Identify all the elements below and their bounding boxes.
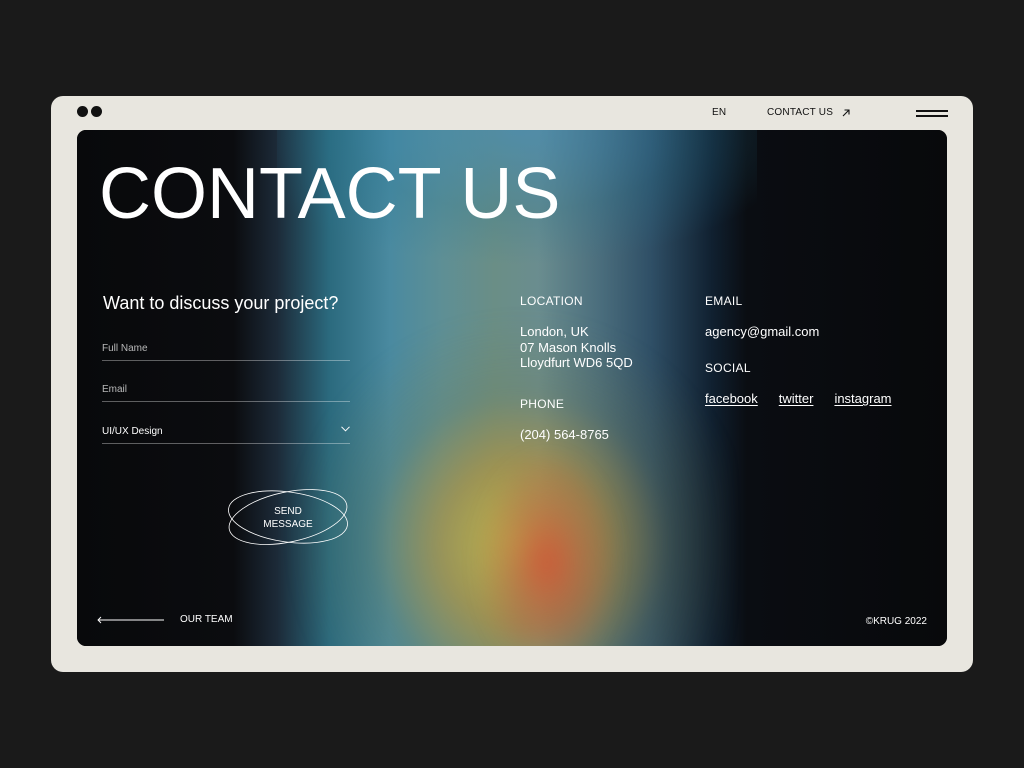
email-address[interactable]: agency@gmail.com (705, 324, 819, 340)
send-message-label: SEND MESSAGE (227, 505, 349, 531)
full-name-placeholder: Full Name (102, 343, 148, 354)
phone-number[interactable]: (204) 564-8765 (520, 427, 609, 443)
our-team-label: OUR TEAM (180, 614, 233, 625)
email-field[interactable]: Email (102, 376, 350, 402)
send-label-line2: MESSAGE (263, 519, 313, 530)
social-link-facebook[interactable]: facebook (705, 391, 758, 406)
location-heading: LOCATION (520, 294, 583, 308)
contact-us-link[interactable]: CONTACT US (767, 107, 851, 118)
top-navigation: EN CONTACT US (51, 106, 973, 120)
hamburger-menu-icon[interactable] (916, 108, 948, 118)
phone-block: PHONE (204) 564-8765 (520, 397, 609, 443)
arrow-up-right-icon (842, 108, 850, 116)
browser-frame: EN CONTACT US CONTACT US Want to discuss… (51, 96, 973, 672)
email-placeholder: Email (102, 384, 128, 395)
send-label-line1: SEND (274, 506, 302, 517)
location-address: London, UK 07 Mason Knolls Lloydfurt WD6… (520, 324, 633, 371)
our-team-link[interactable]: OUR TEAM (97, 614, 233, 625)
contact-us-label: CONTACT US (767, 107, 834, 118)
social-link-instagram[interactable]: instagram (834, 391, 891, 406)
form-heading: Want to discuss your project? (103, 293, 339, 313)
address-line: 07 Mason Knolls (520, 339, 617, 355)
hero-panel: CONTACT US Want to discuss your project?… (77, 130, 947, 646)
page-title: CONTACT US (99, 154, 561, 234)
address-line: London, UK (520, 324, 589, 339)
social-heading: SOCIAL (705, 361, 751, 375)
phone-heading: PHONE (520, 397, 565, 411)
service-select[interactable]: UI/UX Design (102, 418, 350, 444)
language-switcher[interactable]: EN (712, 107, 726, 118)
address-line: Lloydfurt WD6 5QD (520, 355, 633, 370)
send-message-button[interactable]: SEND MESSAGE (227, 482, 349, 552)
social-link-twitter[interactable]: twitter (779, 391, 814, 406)
social-block: SOCIAL facebook twitter instagram (705, 361, 892, 406)
chevron-down-icon (341, 426, 350, 432)
full-name-field[interactable]: Full Name (102, 335, 350, 361)
spectrum-glow-red (477, 430, 617, 646)
social-links: facebook twitter instagram (705, 391, 892, 406)
service-selected-value: UI/UX Design (102, 426, 163, 437)
arrow-left-icon (97, 616, 164, 623)
email-block: EMAIL agency@gmail.com (705, 294, 819, 340)
email-heading: EMAIL (705, 294, 743, 308)
location-block: LOCATION London, UK 07 Mason Knolls Lloy… (520, 294, 633, 371)
copyright-text: ©KRUG 2022 (865, 616, 927, 627)
